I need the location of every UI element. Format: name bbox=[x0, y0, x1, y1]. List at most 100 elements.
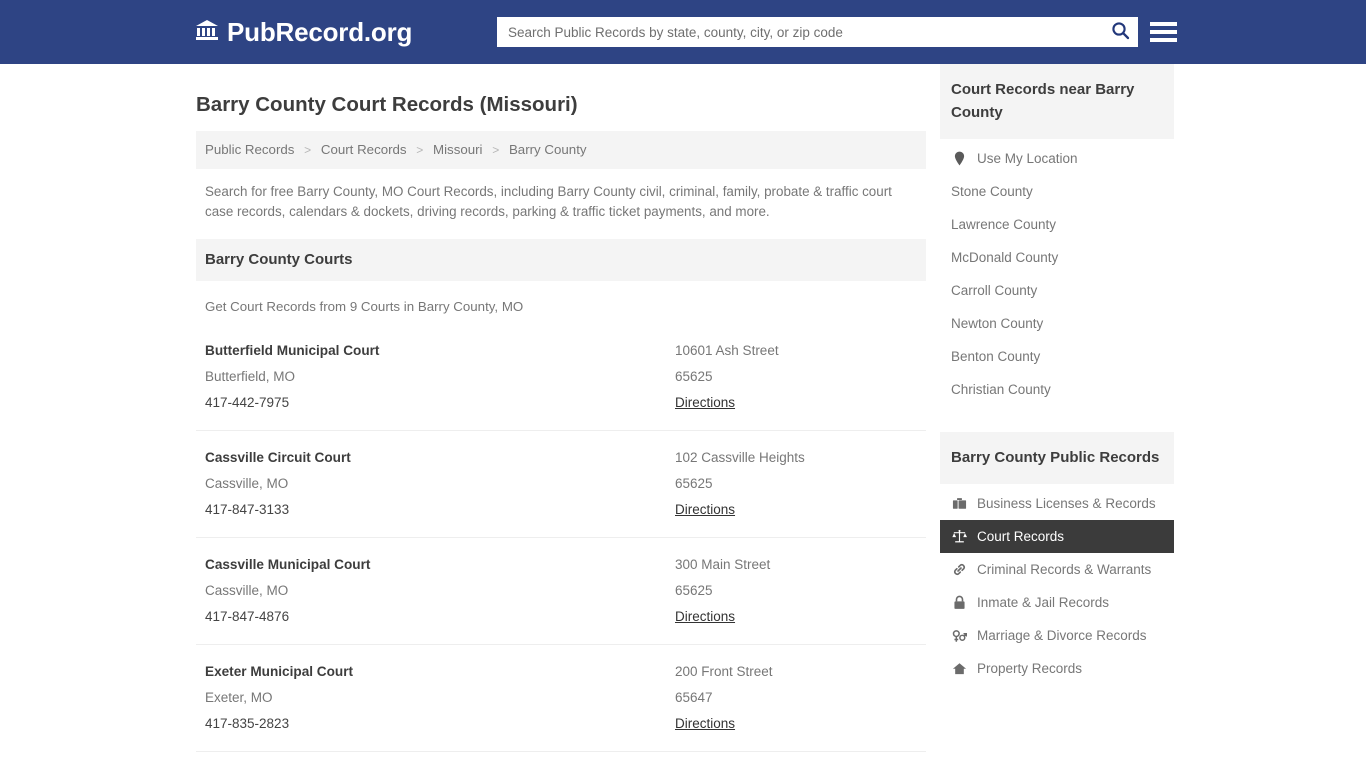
directions-link[interactable]: Directions bbox=[675, 497, 735, 523]
nearby-item-label: Benton County bbox=[951, 349, 1040, 364]
nearby-item-use-my-location[interactable]: Use My Location bbox=[940, 142, 1174, 175]
search-bar bbox=[497, 17, 1138, 47]
section-title: Barry County Courts bbox=[196, 239, 926, 281]
court-info: Cassville Municipal CourtCassville, MO41… bbox=[205, 552, 675, 630]
public-records-list: Business Licenses & Records Court Records… bbox=[940, 487, 1174, 685]
site-header: PubRecord.org bbox=[0, 0, 1366, 64]
site-logo-text: PubRecord.org bbox=[227, 17, 412, 48]
records-item-label: Inmate & Jail Records bbox=[977, 595, 1109, 610]
nearby-item-label: Lawrence County bbox=[951, 217, 1056, 232]
court-zip: 65625 bbox=[675, 578, 917, 604]
court-phone: 417-847-4876 bbox=[205, 604, 675, 630]
breadcrumb-item-barry-county[interactable]: Barry County bbox=[509, 142, 587, 157]
court-row: Cassville Circuit CourtCassville, MO417-… bbox=[196, 431, 926, 538]
court-info: Butterfield Municipal CourtButterfield, … bbox=[205, 338, 675, 416]
intro-text: Search for free Barry County, MO Court R… bbox=[196, 169, 926, 222]
court-address: 10601 Ash Street65625Directions bbox=[675, 338, 917, 416]
nearby-item-newton-county[interactable]: Newton County bbox=[940, 307, 1174, 340]
hamburger-menu-icon bbox=[1150, 38, 1177, 42]
court-city: Cassville, MO bbox=[205, 578, 675, 604]
search-input[interactable] bbox=[498, 18, 1103, 46]
records-item-label: Criminal Records & Warrants bbox=[977, 562, 1151, 577]
breadcrumb: Public Records > Court Records > Missour… bbox=[196, 131, 926, 169]
briefcase-icon bbox=[951, 496, 968, 511]
court-street: 300 Main Street bbox=[675, 552, 917, 578]
court-address: 102 Cassville Heights65625Directions bbox=[675, 445, 917, 523]
court-name[interactable]: Cassville Circuit Court bbox=[205, 445, 675, 471]
search-button[interactable] bbox=[1103, 18, 1137, 46]
court-city: Butterfield, MO bbox=[205, 364, 675, 390]
nearby-item-mcdonald-county[interactable]: McDonald County bbox=[940, 241, 1174, 274]
court-phone: 417-847-3133 bbox=[205, 497, 675, 523]
court-phone: 417-835-2823 bbox=[205, 711, 675, 737]
court-street: 10601 Ash Street bbox=[675, 338, 917, 364]
records-item-property-records[interactable]: Property Records bbox=[940, 652, 1174, 685]
nearby-item-label: Newton County bbox=[951, 316, 1043, 331]
records-item-label: Property Records bbox=[977, 661, 1082, 676]
nearby-item-christian-county[interactable]: Christian County bbox=[940, 373, 1174, 406]
court-address: 300 Main Street65625Directions bbox=[675, 552, 917, 630]
breadcrumb-item-public-records[interactable]: Public Records bbox=[205, 142, 294, 157]
records-item-inmate-jail-records[interactable]: Inmate & Jail Records bbox=[940, 586, 1174, 619]
venus-mars-icon bbox=[951, 628, 968, 643]
nearby-county-list: Use My Location Stone County Lawrence Coun… bbox=[940, 142, 1174, 406]
court-row: Monett Municipal CourtMonett, MO417-235-… bbox=[196, 752, 926, 768]
link-icon bbox=[951, 562, 968, 577]
home-icon bbox=[951, 661, 968, 676]
nearby-item-stone-county[interactable]: Stone County bbox=[940, 175, 1174, 208]
court-zip: 65625 bbox=[675, 471, 917, 497]
records-item-label: Marriage & Divorce Records bbox=[977, 628, 1147, 643]
court-city: Exeter, MO bbox=[205, 685, 675, 711]
nearby-item-label: Use My Location bbox=[977, 151, 1078, 166]
hamburger-menu-icon bbox=[1150, 30, 1177, 34]
court-phone: 417-442-7975 bbox=[205, 390, 675, 416]
bank-icon bbox=[195, 17, 219, 48]
records-item-label: Business Licenses & Records bbox=[977, 496, 1156, 511]
court-row: Exeter Municipal CourtExeter, MO417-835-… bbox=[196, 645, 926, 752]
records-item-business-licenses-records[interactable]: Business Licenses & Records bbox=[940, 487, 1174, 520]
nearby-item-label: Stone County bbox=[951, 184, 1033, 199]
directions-link[interactable]: Directions bbox=[675, 711, 735, 737]
map-pin-icon bbox=[951, 151, 968, 166]
court-address: 200 Front Street65647Directions bbox=[675, 659, 917, 737]
court-row: Butterfield Municipal CourtButterfield, … bbox=[196, 324, 926, 431]
nearby-item-label: Christian County bbox=[951, 382, 1051, 397]
breadcrumb-item-court-records[interactable]: Court Records bbox=[321, 142, 407, 157]
court-row: Cassville Municipal CourtCassville, MO41… bbox=[196, 538, 926, 645]
breadcrumb-separator-icon: > bbox=[416, 143, 423, 157]
page-body: Barry County Court Records (Missouri) Pu… bbox=[0, 64, 1366, 768]
nearby-item-lawrence-county[interactable]: Lawrence County bbox=[940, 208, 1174, 241]
court-name[interactable]: Exeter Municipal Court bbox=[205, 659, 675, 685]
scales-icon bbox=[951, 529, 968, 544]
directions-link[interactable]: Directions bbox=[675, 604, 735, 630]
search-icon bbox=[1111, 21, 1130, 43]
records-item-court-records[interactable]: Court Records bbox=[940, 520, 1174, 553]
records-item-label: Court Records bbox=[977, 529, 1064, 544]
court-street: 102 Cassville Heights bbox=[675, 445, 917, 471]
records-item-marriage-divorce-records[interactable]: Marriage & Divorce Records bbox=[940, 619, 1174, 652]
court-city: Cassville, MO bbox=[205, 471, 675, 497]
nearby-item-label: McDonald County bbox=[951, 250, 1058, 265]
main-content: Barry County Court Records (Missouri) Pu… bbox=[196, 64, 926, 768]
directions-link[interactable]: Directions bbox=[675, 390, 735, 416]
court-info: Exeter Municipal CourtExeter, MO417-835-… bbox=[205, 659, 675, 737]
court-zip: 65625 bbox=[675, 364, 917, 390]
court-zip: 65647 bbox=[675, 685, 917, 711]
right-sidebar: Court Records near Barry County Use My L… bbox=[940, 64, 1174, 768]
court-name[interactable]: Cassville Municipal Court bbox=[205, 552, 675, 578]
public-records-title: Barry County Public Records bbox=[940, 432, 1174, 484]
nearby-records-title: Court Records near Barry County bbox=[940, 64, 1174, 139]
court-name[interactable]: Butterfield Municipal Court bbox=[205, 338, 675, 364]
hamburger-menu-icon bbox=[1150, 22, 1177, 26]
court-list: Butterfield Municipal CourtButterfield, … bbox=[196, 324, 926, 768]
nearby-item-benton-county[interactable]: Benton County bbox=[940, 340, 1174, 373]
breadcrumb-item-missouri[interactable]: Missouri bbox=[433, 142, 483, 157]
nearby-item-carroll-county[interactable]: Carroll County bbox=[940, 274, 1174, 307]
lock-icon bbox=[951, 595, 968, 610]
records-item-criminal-records-warrants[interactable]: Criminal Records & Warrants bbox=[940, 553, 1174, 586]
site-logo[interactable]: PubRecord.org bbox=[195, 17, 412, 48]
court-count-note: Get Court Records from 9 Courts in Barry… bbox=[196, 281, 926, 314]
court-street: 200 Front Street bbox=[675, 659, 917, 685]
hamburger-menu-button[interactable] bbox=[1150, 18, 1177, 46]
breadcrumb-separator-icon: > bbox=[492, 143, 499, 157]
